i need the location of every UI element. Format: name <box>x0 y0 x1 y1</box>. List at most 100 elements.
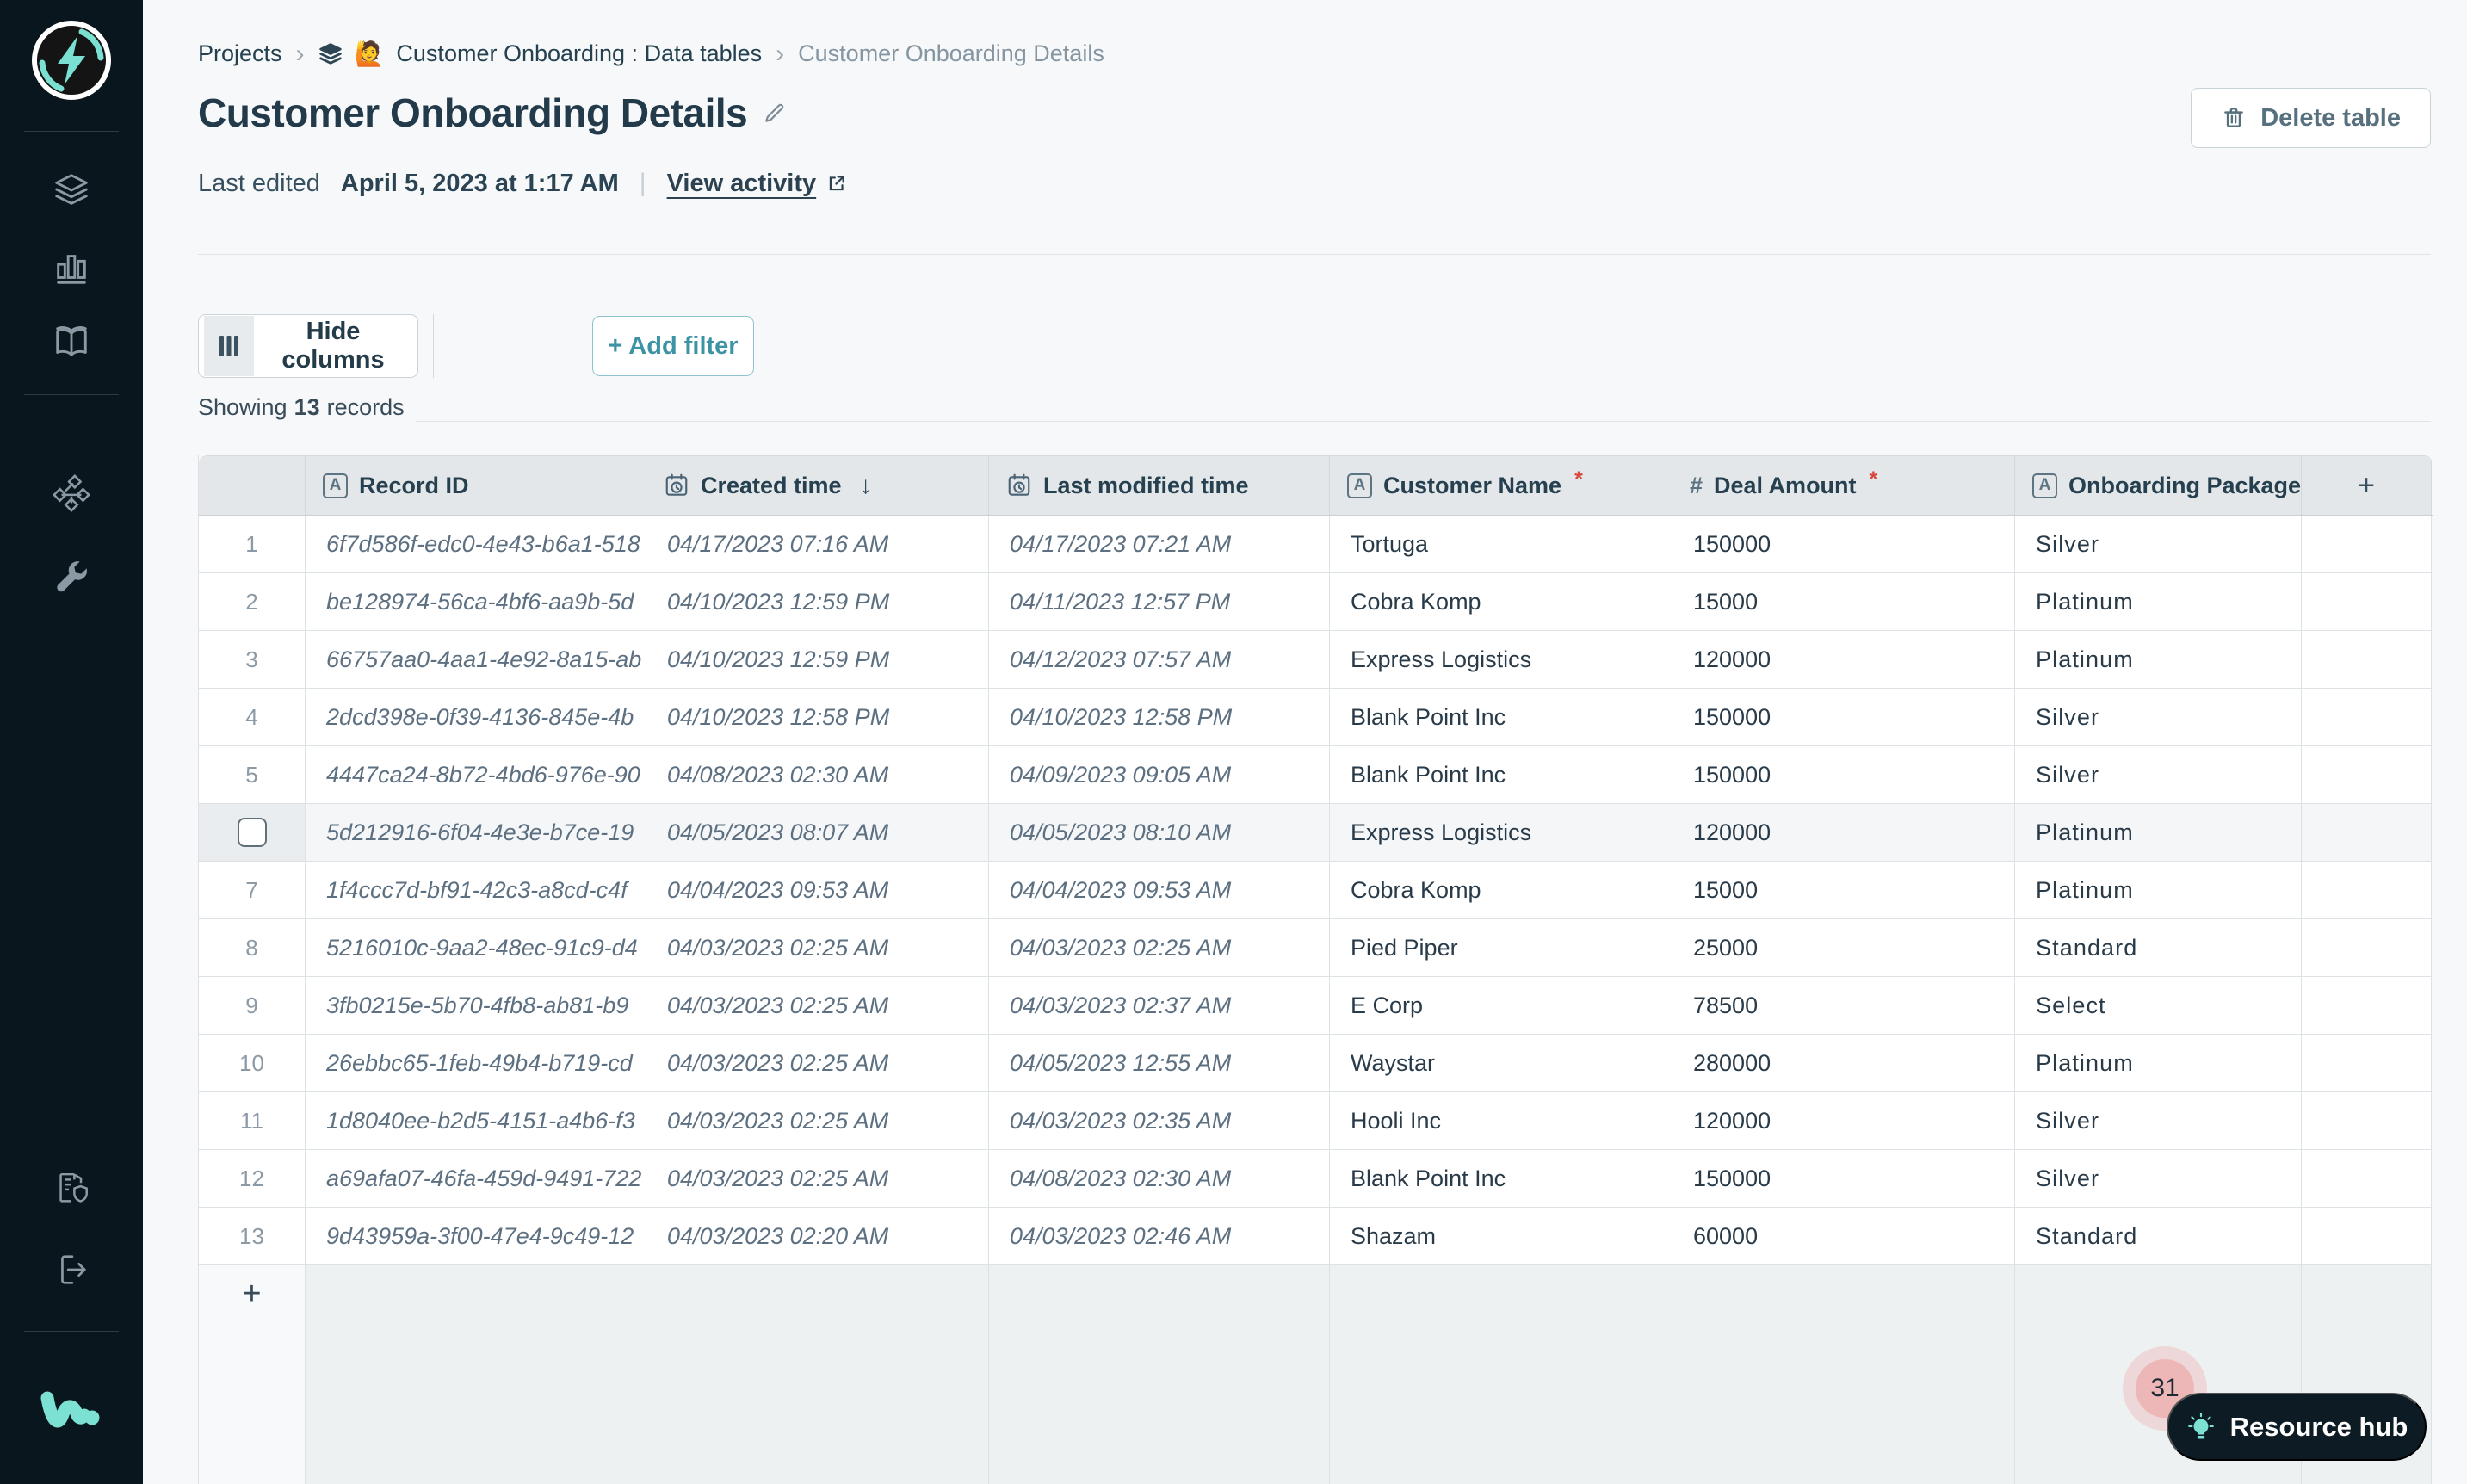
row-number-cell[interactable] <box>199 804 306 862</box>
sidebar-item-settings[interactable] <box>0 557 143 597</box>
modified-time-cell[interactable]: 04/11/2023 12:57 PM <box>989 573 1330 631</box>
record-id-cell[interactable]: 66757aa0-4aa1-4e92-8a15-ab <box>306 631 646 689</box>
row-number-cell[interactable]: 1 <box>199 516 306 573</box>
sidebar-item-integrations[interactable] <box>0 473 143 513</box>
created-time-cell[interactable]: 04/03/2023 02:20 AM <box>646 1208 989 1265</box>
deal-amount-cell[interactable]: 25000 <box>1672 919 2015 977</box>
created-time-cell[interactable]: 04/03/2023 02:25 AM <box>646 1150 989 1208</box>
record-id-cell[interactable]: be128974-56ca-4bf6-aa9b-5d <box>306 573 646 631</box>
modified-time-cell[interactable]: 04/05/2023 12:55 AM <box>989 1035 1330 1092</box>
delete-table-button[interactable]: Delete table <box>2191 88 2431 148</box>
modified-time-cell[interactable]: 04/03/2023 02:37 AM <box>989 977 1330 1035</box>
sidebar-item-tables[interactable] <box>0 170 143 210</box>
deal-amount-cell[interactable]: 280000 <box>1672 1035 2015 1092</box>
column-header-customer-name[interactable]: A Customer Name * <box>1330 456 1672 515</box>
deal-amount-cell[interactable]: 120000 <box>1672 631 2015 689</box>
customer-name-cell[interactable]: Waystar <box>1330 1035 1672 1092</box>
add-column-button[interactable]: + <box>2302 456 2432 515</box>
column-header-last-modified[interactable]: Last modified time <box>989 456 1330 515</box>
row-checkbox[interactable] <box>237 818 267 847</box>
onboarding-package-cell[interactable]: Platinum <box>2015 862 2302 919</box>
onboarding-package-cell[interactable]: Silver <box>2015 689 2302 746</box>
record-id-cell[interactable]: 1f4ccc7d-bf91-42c3-a8cd-c4f <box>306 862 646 919</box>
resource-hub-button[interactable]: Resource hub <box>2167 1393 2427 1461</box>
customer-name-cell[interactable]: Blank Point Inc <box>1330 689 1672 746</box>
breadcrumb-projects[interactable]: Projects <box>198 40 282 67</box>
record-id-cell[interactable]: 1d8040ee-b2d5-4151-a4b6-f3 <box>306 1092 646 1150</box>
add-filter-button[interactable]: + Add filter <box>592 316 754 376</box>
sidebar-item-charts[interactable] <box>0 248 143 288</box>
record-id-cell[interactable]: 5d212916-6f04-4e3e-b7ce-19 <box>306 804 646 862</box>
created-time-cell[interactable]: 04/10/2023 12:58 PM <box>646 689 989 746</box>
onboarding-package-cell[interactable]: Platinum <box>2015 573 2302 631</box>
modified-time-cell[interactable]: 04/03/2023 02:25 AM <box>989 919 1330 977</box>
deal-amount-cell[interactable]: 120000 <box>1672 1092 2015 1150</box>
row-number-cell[interactable]: 12 <box>199 1150 306 1208</box>
created-time-cell[interactable]: 04/03/2023 02:25 AM <box>646 977 989 1035</box>
deal-amount-cell[interactable]: 78500 <box>1672 977 2015 1035</box>
deal-amount-cell[interactable]: 150000 <box>1672 516 2015 573</box>
row-number-cell[interactable]: 10 <box>199 1035 306 1092</box>
customer-name-cell[interactable]: Cobra Komp <box>1330 573 1672 631</box>
created-time-cell[interactable]: 04/10/2023 12:59 PM <box>646 631 989 689</box>
created-time-cell[interactable]: 04/05/2023 08:07 AM <box>646 804 989 862</box>
row-number-cell[interactable]: 3 <box>199 631 306 689</box>
onboarding-package-cell[interactable]: Standard <box>2015 919 2302 977</box>
sidebar-item-docs[interactable] <box>0 323 143 362</box>
onboarding-package-cell[interactable]: Select <box>2015 977 2302 1035</box>
modified-time-cell[interactable]: 04/03/2023 02:46 AM <box>989 1208 1330 1265</box>
add-row-cell[interactable]: + <box>199 1265 306 1484</box>
modified-time-cell[interactable]: 04/08/2023 02:30 AM <box>989 1150 1330 1208</box>
onboarding-package-cell[interactable]: Silver <box>2015 1150 2302 1208</box>
customer-name-cell[interactable]: Cobra Komp <box>1330 862 1672 919</box>
record-id-cell[interactable]: 2dcd398e-0f39-4136-845e-4b <box>306 689 646 746</box>
created-time-cell[interactable]: 04/03/2023 02:25 AM <box>646 919 989 977</box>
onboarding-package-cell[interactable]: Platinum <box>2015 631 2302 689</box>
row-number-cell[interactable]: 11 <box>199 1092 306 1150</box>
deal-amount-cell[interactable]: 15000 <box>1672 862 2015 919</box>
onboarding-package-cell[interactable]: Platinum <box>2015 1035 2302 1092</box>
record-id-cell[interactable]: 6f7d586f-edc0-4e43-b6a1-518 <box>306 516 646 573</box>
onboarding-package-cell[interactable]: Platinum <box>2015 804 2302 862</box>
sidebar-item-admin[interactable] <box>0 1168 143 1208</box>
modified-time-cell[interactable]: 04/09/2023 09:05 AM <box>989 746 1330 804</box>
created-time-cell[interactable]: 04/08/2023 02:30 AM <box>646 746 989 804</box>
created-time-cell[interactable]: 04/03/2023 02:25 AM <box>646 1035 989 1092</box>
view-activity-link[interactable]: View activity <box>667 170 848 198</box>
column-header-deal-amount[interactable]: # Deal Amount * <box>1672 456 2015 515</box>
modified-time-cell[interactable]: 04/12/2023 07:57 AM <box>989 631 1330 689</box>
add-row-button[interactable]: + <box>242 1277 261 1310</box>
created-time-cell[interactable]: 04/04/2023 09:53 AM <box>646 862 989 919</box>
modified-time-cell[interactable]: 04/10/2023 12:58 PM <box>989 689 1330 746</box>
customer-name-cell[interactable]: Express Logistics <box>1330 631 1672 689</box>
record-id-cell[interactable]: 4447ca24-8b72-4bd6-976e-90 <box>306 746 646 804</box>
record-id-cell[interactable]: a69afa07-46fa-459d-9491-722 <box>306 1150 646 1208</box>
modified-time-cell[interactable]: 04/05/2023 08:10 AM <box>989 804 1330 862</box>
customer-name-cell[interactable]: Blank Point Inc <box>1330 1150 1672 1208</box>
row-number-cell[interactable]: 4 <box>199 689 306 746</box>
customer-name-cell[interactable]: Tortuga <box>1330 516 1672 573</box>
row-number-cell[interactable]: 5 <box>199 746 306 804</box>
column-header-onboarding-package[interactable]: A Onboarding Package * <box>2015 456 2302 515</box>
column-header-created-time[interactable]: Created time ↓ <box>646 456 989 515</box>
created-time-cell[interactable]: 04/10/2023 12:59 PM <box>646 573 989 631</box>
record-id-cell[interactable]: 26ebbc65-1feb-49b4-b719-cd <box>306 1035 646 1092</box>
onboarding-package-cell[interactable]: Silver <box>2015 746 2302 804</box>
modified-time-cell[interactable]: 04/17/2023 07:21 AM <box>989 516 1330 573</box>
edit-title-pencil-icon[interactable] <box>763 101 787 125</box>
deal-amount-cell[interactable]: 60000 <box>1672 1208 2015 1265</box>
row-number-cell[interactable]: 7 <box>199 862 306 919</box>
onboarding-package-cell[interactable]: Silver <box>2015 516 2302 573</box>
sidebar-item-logout[interactable] <box>0 1250 143 1289</box>
onboarding-package-cell[interactable]: Standard <box>2015 1208 2302 1265</box>
row-number-cell[interactable]: 8 <box>199 919 306 977</box>
column-header-record-id[interactable]: A Record ID <box>306 456 646 515</box>
hide-columns-button[interactable]: Hide columns <box>198 314 418 378</box>
customer-name-cell[interactable]: Shazam <box>1330 1208 1672 1265</box>
deal-amount-cell[interactable]: 150000 <box>1672 746 2015 804</box>
app-logo[interactable] <box>0 19 143 102</box>
created-time-cell[interactable]: 04/17/2023 07:16 AM <box>646 516 989 573</box>
deal-amount-cell[interactable]: 120000 <box>1672 804 2015 862</box>
breadcrumb-datatables[interactable]: Customer Onboarding : Data tables <box>396 40 762 67</box>
modified-time-cell[interactable]: 04/03/2023 02:35 AM <box>989 1092 1330 1150</box>
